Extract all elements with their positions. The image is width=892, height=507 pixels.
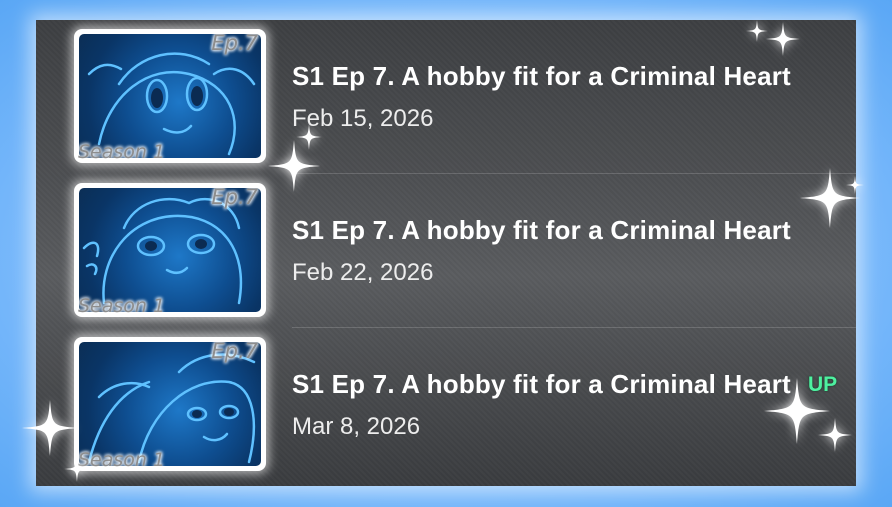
episode-thumbnail[interactable]: Ep.7 Season 1 — [74, 29, 266, 163]
episode-date: Mar 8, 2026 — [292, 413, 421, 440]
episode-title[interactable]: S1 Ep 7. A hobby fit for a Criminal Hear… — [292, 61, 832, 92]
thumbnail-season-label: Season 1 — [78, 141, 166, 163]
thumbnail-season-label: Season 1 — [78, 295, 166, 317]
thumbnail-episode-label: Ep.7 — [211, 339, 258, 363]
thumbnail-episode-label: Ep.7 — [211, 185, 258, 209]
episode-thumbnail[interactable]: Ep.7 Season 1 — [74, 337, 266, 471]
episode-row[interactable]: Ep.7 Season 1 S1 Ep 7. A hobby fit for a… — [36, 20, 856, 174]
episode-title[interactable]: S1 Ep 7. A hobby fit for a Criminal Hear… — [292, 369, 797, 400]
episode-date: Feb 22, 2026 — [292, 259, 434, 286]
episode-row[interactable]: Ep.7 Season 1 S1 Ep 7. A hobby fit for a… — [36, 174, 856, 328]
episode-row[interactable]: Ep.7 Season 1 S1 Ep 7. A hobby fit for a… — [36, 328, 856, 482]
episode-date: Feb 15, 2026 — [292, 105, 434, 132]
episode-thumbnail[interactable]: Ep.7 Season 1 — [74, 183, 266, 317]
episode-title[interactable]: S1 Ep 7. A hobby fit for a Criminal Hear… — [292, 215, 832, 246]
thumbnail-episode-label: Ep.7 — [211, 31, 258, 55]
up-badge: UP — [808, 373, 838, 396]
thumbnail-season-label: Season 1 — [78, 449, 166, 471]
episode-list: Ep.7 Season 1 S1 Ep 7. A hobby fit for a… — [36, 20, 856, 486]
